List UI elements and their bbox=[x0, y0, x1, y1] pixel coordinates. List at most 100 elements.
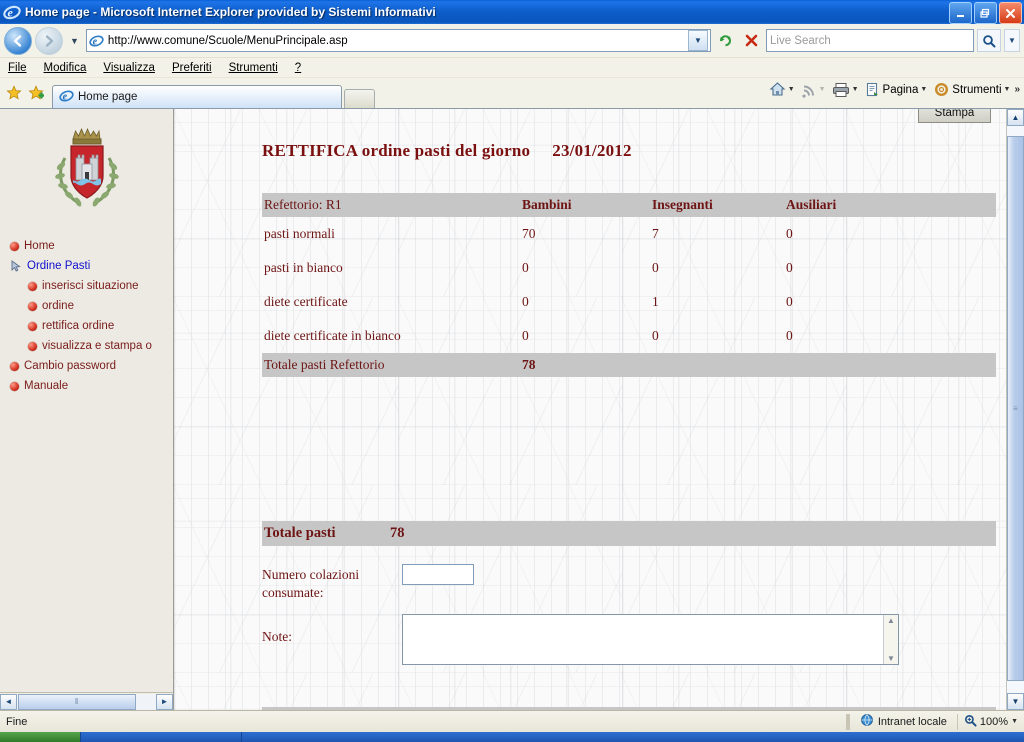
diete-col-refettorio: Refettorio bbox=[746, 707, 996, 710]
menu-item-preferiti[interactable]: Preferiti bbox=[172, 62, 212, 74]
minimize-button[interactable] bbox=[949, 2, 972, 24]
colazioni-label-line2: consumate: bbox=[262, 585, 324, 600]
menu-item-visualizza[interactable]: Visualizza bbox=[103, 62, 155, 74]
sidebar-horizontal-scrollbar[interactable]: ◄ ‖ ► bbox=[0, 692, 173, 710]
red-bullet-icon bbox=[10, 361, 19, 371]
table-row: diete certificate in bianco 0 0 0 bbox=[262, 319, 996, 353]
scroll-right-icon[interactable]: ► bbox=[156, 693, 173, 710]
form-area: Numero colazioni consumate: Note: ▲ ▼ bbox=[262, 561, 996, 665]
menu-item-file[interactable]: File bbox=[8, 62, 27, 74]
tab-favicon-icon: e bbox=[59, 88, 74, 106]
address-dropdown-icon[interactable]: ▼ bbox=[688, 30, 708, 51]
order-correction-form: Stampa RETTIFICA ordine pasti del giorno… bbox=[174, 109, 1024, 710]
page-favicon-icon: e bbox=[89, 33, 104, 48]
row-bambini: 0 bbox=[522, 294, 529, 309]
favorites-center-icon[interactable] bbox=[6, 84, 22, 104]
sidebar-scroll-track[interactable]: ‖ bbox=[17, 693, 156, 710]
browser-tab-home-page[interactable]: e Home page bbox=[52, 85, 342, 108]
table-row: pasti normali 70 7 0 bbox=[262, 217, 996, 251]
search-input[interactable]: Live Search bbox=[766, 29, 974, 52]
menu-item-modifica[interactable]: Modifica bbox=[44, 62, 87, 74]
page-menu-button[interactable]: Pagina ▼ bbox=[863, 82, 930, 98]
taskbar-item[interactable] bbox=[241, 732, 402, 742]
sidebar-item-label: Home bbox=[24, 240, 55, 252]
tools-caret-icon[interactable]: ▼ bbox=[1004, 86, 1011, 93]
diete-certificate-table: Diete certificate per: Cognome Nome Refe… bbox=[262, 707, 996, 710]
address-input[interactable]: e http://www.comune/Scuole/MenuPrincipal… bbox=[85, 29, 711, 52]
add-to-favorites-icon[interactable] bbox=[28, 84, 45, 104]
print-caret-icon[interactable]: ▼ bbox=[852, 86, 859, 93]
menu-item-help[interactable]: ? bbox=[295, 62, 301, 74]
back-button[interactable] bbox=[4, 26, 32, 55]
menu-file-label: File bbox=[8, 61, 27, 74]
row-ausiliari: 0 bbox=[786, 328, 793, 343]
note-scrollbar[interactable]: ▲ ▼ bbox=[883, 615, 898, 664]
diete-col-cognome: Cognome bbox=[410, 707, 578, 710]
tab-title: Home page bbox=[78, 91, 138, 103]
forward-button[interactable] bbox=[35, 26, 63, 55]
main-vertical-scrollbar[interactable]: ▲ ≡ ▼ bbox=[1006, 109, 1024, 710]
vertical-scroll-thumb[interactable]: ≡ bbox=[1007, 136, 1024, 681]
sidebar-item-visualizza-e-stampa[interactable]: visualizza e stampa o bbox=[10, 336, 173, 356]
vertical-scroll-track[interactable]: ≡ bbox=[1007, 126, 1024, 693]
row-label: diete certificate bbox=[264, 294, 348, 309]
page-caret-icon[interactable]: ▼ bbox=[920, 86, 927, 93]
red-bullet-icon bbox=[28, 321, 37, 331]
start-button[interactable] bbox=[0, 732, 80, 742]
scroll-down-icon[interactable]: ▼ bbox=[1007, 693, 1024, 710]
stop-button[interactable] bbox=[740, 29, 763, 52]
note-textarea-value[interactable] bbox=[403, 615, 883, 664]
stampa-button[interactable]: Stampa bbox=[918, 109, 991, 123]
note-scroll-up-icon[interactable]: ▲ bbox=[887, 616, 895, 625]
command-bar: ▼ ▼ ▼ Pagina ▼ Strumenti ▼ » bbox=[767, 81, 1020, 98]
scroll-left-icon[interactable]: ◄ bbox=[0, 693, 17, 710]
history-dropdown-icon[interactable]: ▼ bbox=[66, 36, 83, 46]
row-bambini: 0 bbox=[522, 328, 529, 343]
scroll-up-icon[interactable]: ▲ bbox=[1007, 109, 1024, 126]
feeds-caret-icon: ▼ bbox=[818, 86, 826, 93]
sidebar-item-inserisci-situazione[interactable]: inserisci situazione bbox=[10, 276, 173, 296]
tools-menu-button[interactable]: Strumenti ▼ bbox=[931, 81, 1012, 98]
zoom-control[interactable]: 100% ▼ bbox=[958, 714, 1024, 730]
security-zone[interactable]: Intranet locale bbox=[850, 713, 957, 730]
magnifier-icon bbox=[964, 714, 977, 730]
note-label: Note: bbox=[262, 611, 402, 646]
window-controls bbox=[949, 2, 1022, 24]
taskbar-item[interactable] bbox=[80, 732, 241, 742]
main-frame: Stampa RETTIFICA ordine pasti del giorno… bbox=[174, 109, 1024, 710]
new-tab-button[interactable] bbox=[344, 89, 375, 108]
sidebar-item-cambio-password[interactable]: Cambio password bbox=[10, 356, 173, 376]
feeds-button[interactable]: ▼ bbox=[799, 82, 828, 98]
header-insegnanti: Insegnanti bbox=[652, 193, 786, 217]
refresh-button[interactable] bbox=[714, 29, 737, 52]
print-button[interactable]: ▼ bbox=[830, 82, 861, 98]
cursor-icon bbox=[10, 260, 22, 272]
page-content: Home Ordine Pasti inserisci situazione o… bbox=[0, 109, 1024, 710]
close-button[interactable] bbox=[999, 2, 1022, 24]
total-refettorio-label: Totale pasti Refettorio bbox=[262, 353, 522, 377]
page-title: RETTIFICA ordine pasti del giorno 23/01/2… bbox=[262, 141, 632, 161]
search-dropdown-icon[interactable]: ▼ bbox=[1004, 29, 1020, 52]
note-scroll-down-icon[interactable]: ▼ bbox=[887, 654, 895, 663]
toolbar-overflow-icon[interactable]: » bbox=[1014, 84, 1020, 95]
zoom-caret-icon[interactable]: ▼ bbox=[1011, 718, 1018, 725]
sidebar-item-home[interactable]: Home bbox=[10, 236, 173, 256]
sidebar-item-ordine-pasti[interactable]: Ordine Pasti bbox=[10, 256, 173, 276]
home-button[interactable]: ▼ bbox=[767, 81, 797, 98]
note-label-text: Note: bbox=[262, 629, 292, 644]
search-go-button[interactable] bbox=[977, 29, 1001, 52]
sidebar-item-manuale[interactable]: Manuale bbox=[10, 376, 173, 396]
sidebar-item-ordine[interactable]: ordine bbox=[10, 296, 173, 316]
maximize-restore-button[interactable] bbox=[974, 2, 997, 24]
colazioni-field-row: Numero colazioni consumate: bbox=[262, 561, 996, 602]
grand-total-row: Totale pasti 78 bbox=[262, 521, 996, 546]
sidebar-scroll-thumb[interactable]: ‖ bbox=[18, 693, 136, 710]
page-title-date: 23/01/2012 bbox=[552, 141, 632, 160]
row-ausiliari: 0 bbox=[786, 226, 793, 241]
note-textarea[interactable]: ▲ ▼ bbox=[402, 614, 899, 665]
table-total-row: Totale pasti Refettorio 78 bbox=[262, 353, 996, 377]
menu-item-strumenti[interactable]: Strumenti bbox=[229, 62, 278, 74]
colazioni-input[interactable] bbox=[402, 564, 474, 585]
sidebar-item-rettifica-ordine[interactable]: rettifica ordine bbox=[10, 316, 173, 336]
home-caret-icon[interactable]: ▼ bbox=[788, 86, 795, 93]
